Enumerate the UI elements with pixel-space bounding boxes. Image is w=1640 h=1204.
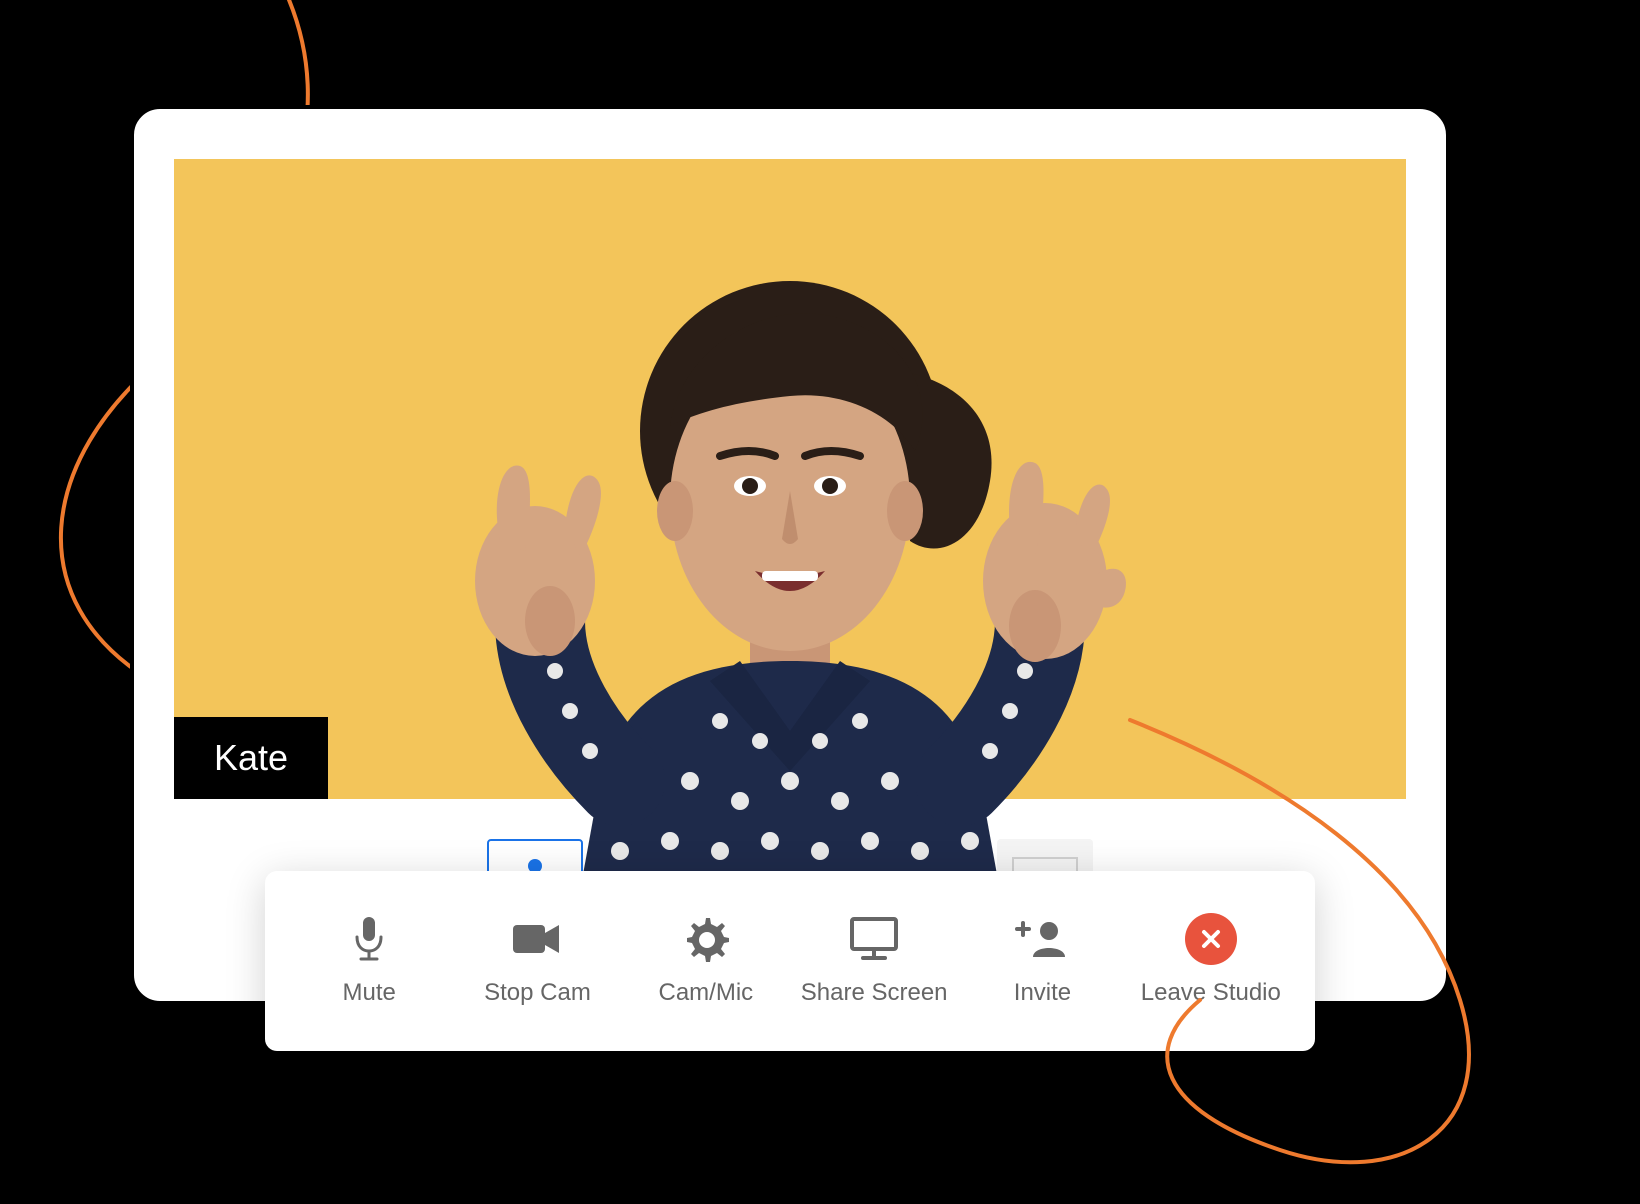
participant-name-label: Kate [174,717,328,799]
mute-button[interactable]: Mute [285,905,453,1017]
cam-mic-button[interactable]: Cam/Mic [622,905,790,1017]
share-screen-button[interactable]: Share Screen [790,905,958,1017]
mute-label: Mute [342,979,395,1007]
invite-label: Invite [1014,979,1071,1007]
leave-label: Leave Studio [1141,979,1281,1007]
stop-cam-label: Stop Cam [484,979,591,1007]
control-toolbar: Mute Stop Cam Cam/Mic [265,871,1315,1051]
close-icon [1185,913,1237,965]
microphone-icon [351,915,387,963]
add-person-icon [1015,915,1069,963]
stop-cam-button[interactable]: Stop Cam [453,905,621,1017]
camera-icon [511,915,563,963]
share-screen-label: Share Screen [801,979,948,1007]
cam-mic-label: Cam/Mic [658,979,753,1007]
gear-icon [683,915,729,963]
invite-button[interactable]: Invite [958,905,1126,1017]
studio-window: Kate [130,105,1450,1005]
monitor-icon [849,915,899,963]
leave-studio-button[interactable]: Leave Studio [1127,905,1295,1017]
